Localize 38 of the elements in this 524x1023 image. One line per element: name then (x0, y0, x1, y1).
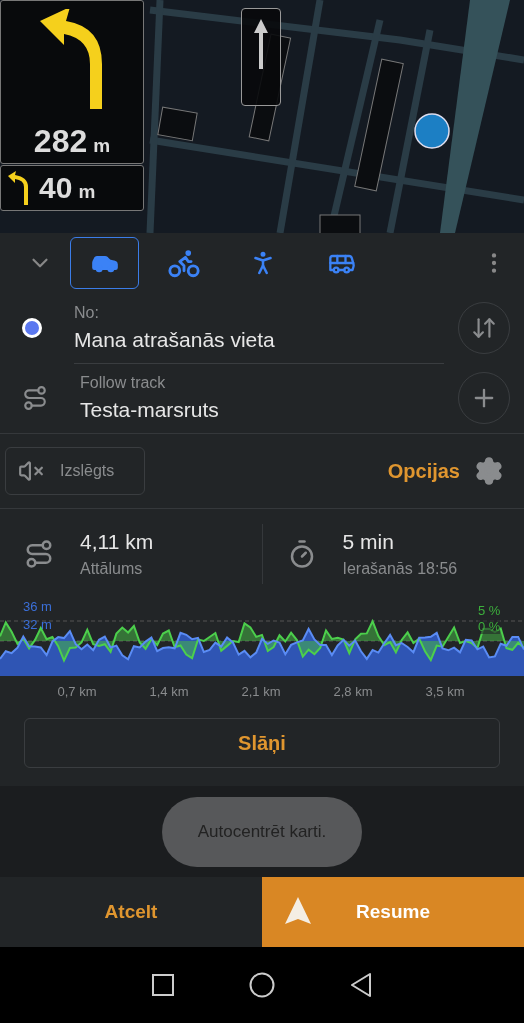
back-icon[interactable] (350, 973, 372, 997)
toast-message: Autocentrēt karti. (161, 796, 363, 867)
distance-unit: m (78, 181, 96, 202)
axis-label: 2,1 km (240, 683, 282, 699)
axis-label: 3,5 km (424, 683, 466, 699)
axis-label: 36 m (23, 599, 52, 614)
axis-label: 1,4 km (148, 683, 190, 699)
recent-apps-icon[interactable] (152, 974, 174, 996)
route-icon (22, 385, 48, 411)
stat-value: 5 min (342, 530, 395, 554)
sound-button[interactable]: Izslēgts (5, 447, 145, 495)
straight-arrow-icon (254, 19, 268, 69)
field-label: No: (74, 303, 100, 322)
next-turn-distance: 40 (39, 171, 73, 204)
navigation-arrow-icon (284, 897, 312, 925)
stat-label: Attālums (80, 560, 144, 578)
stat-value: 4,11 km (80, 530, 154, 554)
layers-button[interactable]: Slāņi (24, 718, 500, 768)
point-field[interactable]: Mana atrašanās vieta (74, 327, 444, 352)
swap-arrows-icon (471, 315, 497, 341)
axis-label: 2,8 km (332, 683, 374, 699)
turn-left-arrow-icon (7, 171, 29, 205)
home-icon[interactable] (249, 972, 275, 998)
field-label: Follow track (80, 374, 167, 392)
speaker-muted-icon (18, 458, 44, 484)
route-icon (24, 539, 54, 569)
turn-distance: 282 (33, 123, 88, 159)
point-field[interactable]: Testa-marsruts (80, 398, 444, 422)
stat-label: Ierašanās 18:56 (342, 560, 458, 578)
axis-label: 32 m (23, 617, 52, 632)
options-link[interactable]: Opcijas (387, 459, 460, 483)
settings-icon[interactable] (474, 456, 504, 486)
axis-label: 0,7 km (56, 683, 98, 699)
car-mode-tab[interactable] (70, 237, 139, 289)
distance-unit: m (93, 135, 111, 156)
axis-label: 5 % (478, 603, 501, 618)
axis-label: 0 % (478, 619, 501, 634)
location-dot-icon (22, 318, 42, 338)
